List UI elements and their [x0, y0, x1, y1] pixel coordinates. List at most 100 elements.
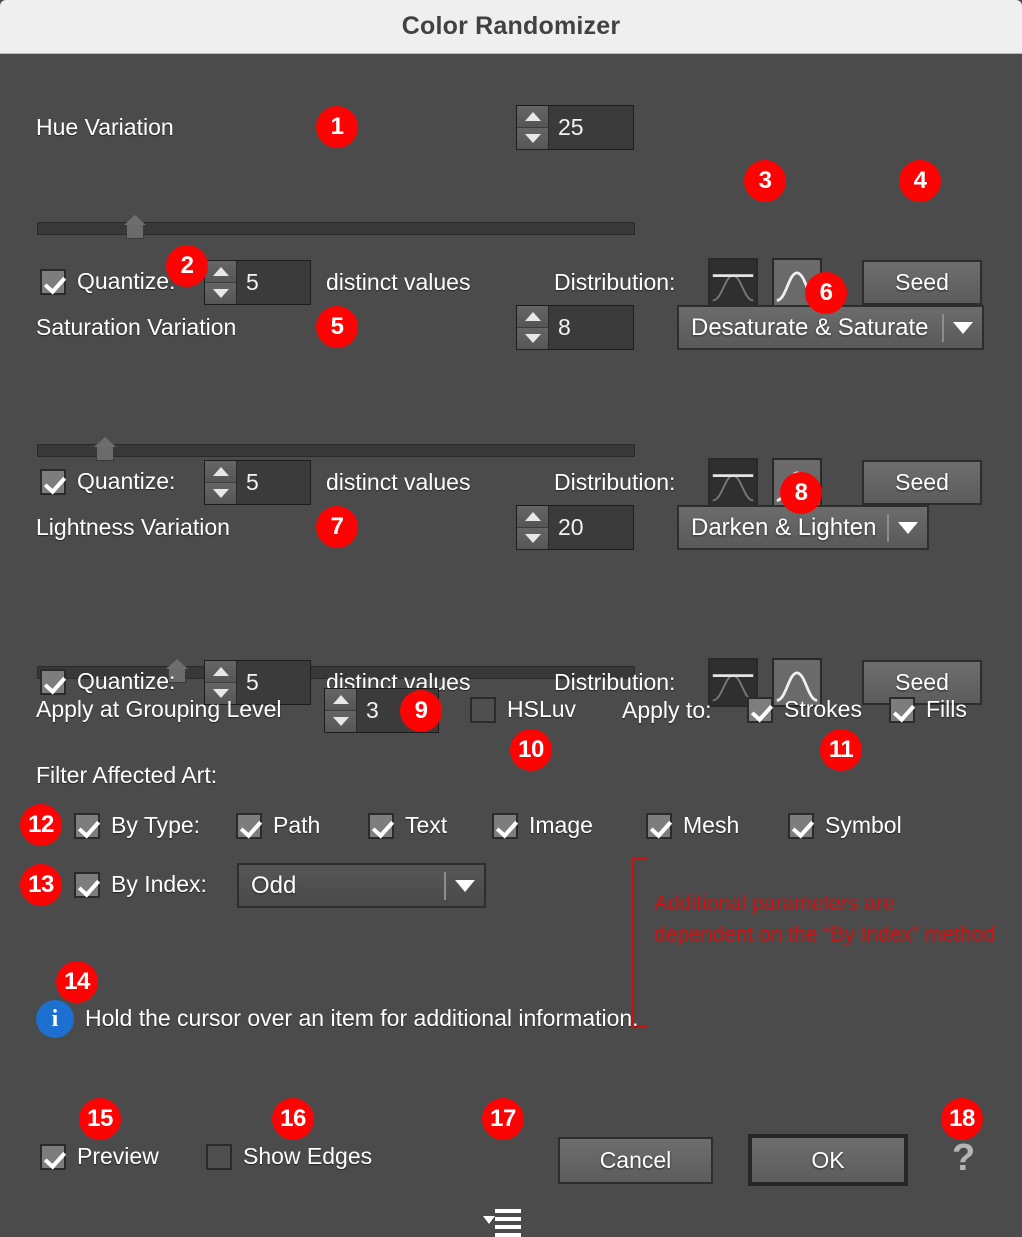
by-index-label: By Index: — [111, 871, 207, 897]
hue-variation-stepper[interactable]: 25 — [516, 105, 634, 150]
triangle-down-icon — [212, 289, 229, 298]
triangle-up-icon — [524, 512, 541, 521]
hue-quantize-arrows[interactable] — [205, 261, 237, 304]
saturation-variation-stepper[interactable]: 8 — [516, 305, 634, 350]
filter-type-text-checkbox[interactable]: Text — [368, 812, 447, 839]
hue-quantize-label: Quantize: — [77, 268, 176, 294]
lightness-quantize-label: Quantize: — [77, 668, 176, 694]
show-edges-checkbox[interactable]: Show Edges — [206, 1143, 372, 1170]
lightness-quantize-up-button[interactable] — [205, 661, 236, 683]
annotation-badge-17: 17 — [482, 1098, 524, 1140]
filter-type-image-label: Image — [529, 812, 593, 838]
hue-seed-button[interactable]: Seed — [862, 260, 982, 305]
annotation-badge-10: 10 — [510, 729, 552, 771]
preview-checkbox[interactable]: Preview — [40, 1143, 159, 1170]
saturation-distribution-uniform-button[interactable] — [708, 458, 758, 507]
hue-quantize-value[interactable]: 5 — [237, 261, 310, 304]
lightness-stepper-down-button[interactable] — [517, 528, 548, 549]
cancel-button[interactable]: Cancel — [558, 1137, 713, 1184]
triangle-up-icon — [332, 695, 349, 704]
hue-quantize-checkbox[interactable]: Quantize: — [40, 268, 175, 295]
saturation-slider-thumb[interactable] — [93, 437, 116, 461]
checkbox-checked-icon — [74, 812, 100, 839]
lightness-mode-value: Darken & Lighten — [691, 513, 877, 541]
ok-button[interactable]: OK — [748, 1134, 908, 1186]
by-index-dropdown[interactable]: Odd — [237, 863, 486, 908]
callout-line-1: Additional parameters are — [654, 892, 895, 915]
filter-type-image-checkbox[interactable]: Image — [492, 812, 593, 839]
saturation-stepper-arrows[interactable] — [517, 306, 549, 349]
lightness-stepper-up-button[interactable] — [517, 506, 548, 528]
annotation-badge-16: 16 — [272, 1098, 314, 1140]
saturation-slider-track[interactable] — [37, 444, 635, 457]
hue-stepper-down-button[interactable] — [517, 128, 548, 149]
triangle-down-icon — [212, 489, 229, 498]
grouping-level-arrows[interactable] — [325, 689, 357, 732]
filter-by-type-checkbox[interactable]: By Type: — [74, 812, 200, 839]
grouping-level-up-button[interactable] — [325, 689, 356, 711]
saturation-variation-value[interactable]: 8 — [549, 306, 633, 349]
annotation-badge-8: 8 — [780, 472, 822, 514]
saturation-quantize-arrows[interactable] — [205, 461, 237, 504]
triangle-up-icon — [524, 312, 541, 321]
saturation-quantize-down-button[interactable] — [205, 483, 236, 504]
apply-to-fills-checkbox[interactable]: Fills — [889, 696, 967, 723]
saturation-quantize-checkbox[interactable]: Quantize: — [40, 468, 175, 495]
preset-menu-icon[interactable] — [483, 1209, 521, 1237]
help-button[interactable]: ? — [952, 1139, 975, 1177]
hue-variation-slider[interactable] — [37, 215, 635, 239]
checkbox-checked-icon — [40, 668, 66, 695]
saturation-quantize-up-button[interactable] — [205, 461, 236, 483]
checkbox-checked-icon — [368, 812, 394, 839]
annotation-badge-4: 4 — [899, 160, 941, 202]
filter-type-symbol-checkbox[interactable]: Symbol — [788, 812, 902, 839]
callout-text: Additional parameters are dependent on t… — [654, 888, 995, 950]
uniform-distribution-icon — [708, 458, 758, 507]
saturation-stepper-down-button[interactable] — [517, 328, 548, 349]
saturation-stepper-up-button[interactable] — [517, 306, 548, 328]
annotation-badge-7: 7 — [316, 506, 358, 548]
hue-stepper-up-button[interactable] — [517, 106, 548, 128]
hsluv-checkbox[interactable]: HSLuv — [470, 696, 576, 723]
lightness-variation-stepper[interactable]: 20 — [516, 505, 634, 550]
triangle-down-icon — [332, 717, 349, 726]
by-type-label: By Type: — [111, 812, 201, 838]
triangle-down-icon — [524, 334, 541, 343]
strokes-label: Strokes — [784, 696, 862, 722]
annotation-badge-11: 11 — [820, 729, 862, 771]
annotation-badge-18: 18 — [941, 1098, 983, 1140]
saturation-quantize-value[interactable]: 5 — [237, 461, 310, 504]
hue-slider-thumb[interactable] — [123, 215, 146, 239]
hue-quantize-up-button[interactable] — [205, 261, 236, 283]
filter-type-path-checkbox[interactable]: Path — [236, 812, 320, 839]
hue-variation-value[interactable]: 25 — [549, 106, 633, 149]
checkbox-checked-icon — [236, 812, 262, 839]
hue-distribution-uniform-button[interactable] — [708, 258, 758, 307]
saturation-seed-button[interactable]: Seed — [862, 460, 982, 505]
annotation-badge-15: 15 — [79, 1098, 121, 1140]
triangle-down-icon — [524, 134, 541, 143]
apply-to-strokes-checkbox[interactable]: Strokes — [747, 696, 862, 723]
filter-type-path-label: Path — [273, 812, 321, 838]
annotation-badge-3: 3 — [744, 160, 786, 202]
lightness-quantize-checkbox[interactable]: Quantize: — [40, 668, 175, 695]
hue-distinct-values-label: distinct values — [326, 269, 471, 295]
filter-type-mesh-checkbox[interactable]: Mesh — [646, 812, 739, 839]
triangle-down-icon — [524, 534, 541, 543]
saturation-quantize-stepper[interactable]: 5 — [204, 460, 311, 505]
annotation-badge-2: 2 — [166, 245, 208, 287]
grouping-level-down-button[interactable] — [325, 711, 356, 732]
hue-stepper-arrows[interactable] — [517, 106, 549, 149]
checkbox-unchecked-icon — [206, 1143, 232, 1170]
chevron-down-icon — [446, 879, 484, 892]
checkbox-checked-icon — [40, 1143, 66, 1170]
checkbox-checked-icon — [40, 468, 66, 495]
filter-by-index-checkbox[interactable]: By Index: — [74, 871, 207, 898]
hue-quantize-down-button[interactable] — [205, 283, 236, 304]
lightness-variation-value[interactable]: 20 — [549, 506, 633, 549]
lightness-stepper-arrows[interactable] — [517, 506, 549, 549]
saturation-variation-slider[interactable] — [37, 437, 635, 461]
hue-quantize-stepper[interactable]: 5 — [204, 260, 311, 305]
show-edges-label: Show Edges — [243, 1143, 373, 1169]
saturation-distribution-label: Distribution: — [554, 469, 676, 495]
